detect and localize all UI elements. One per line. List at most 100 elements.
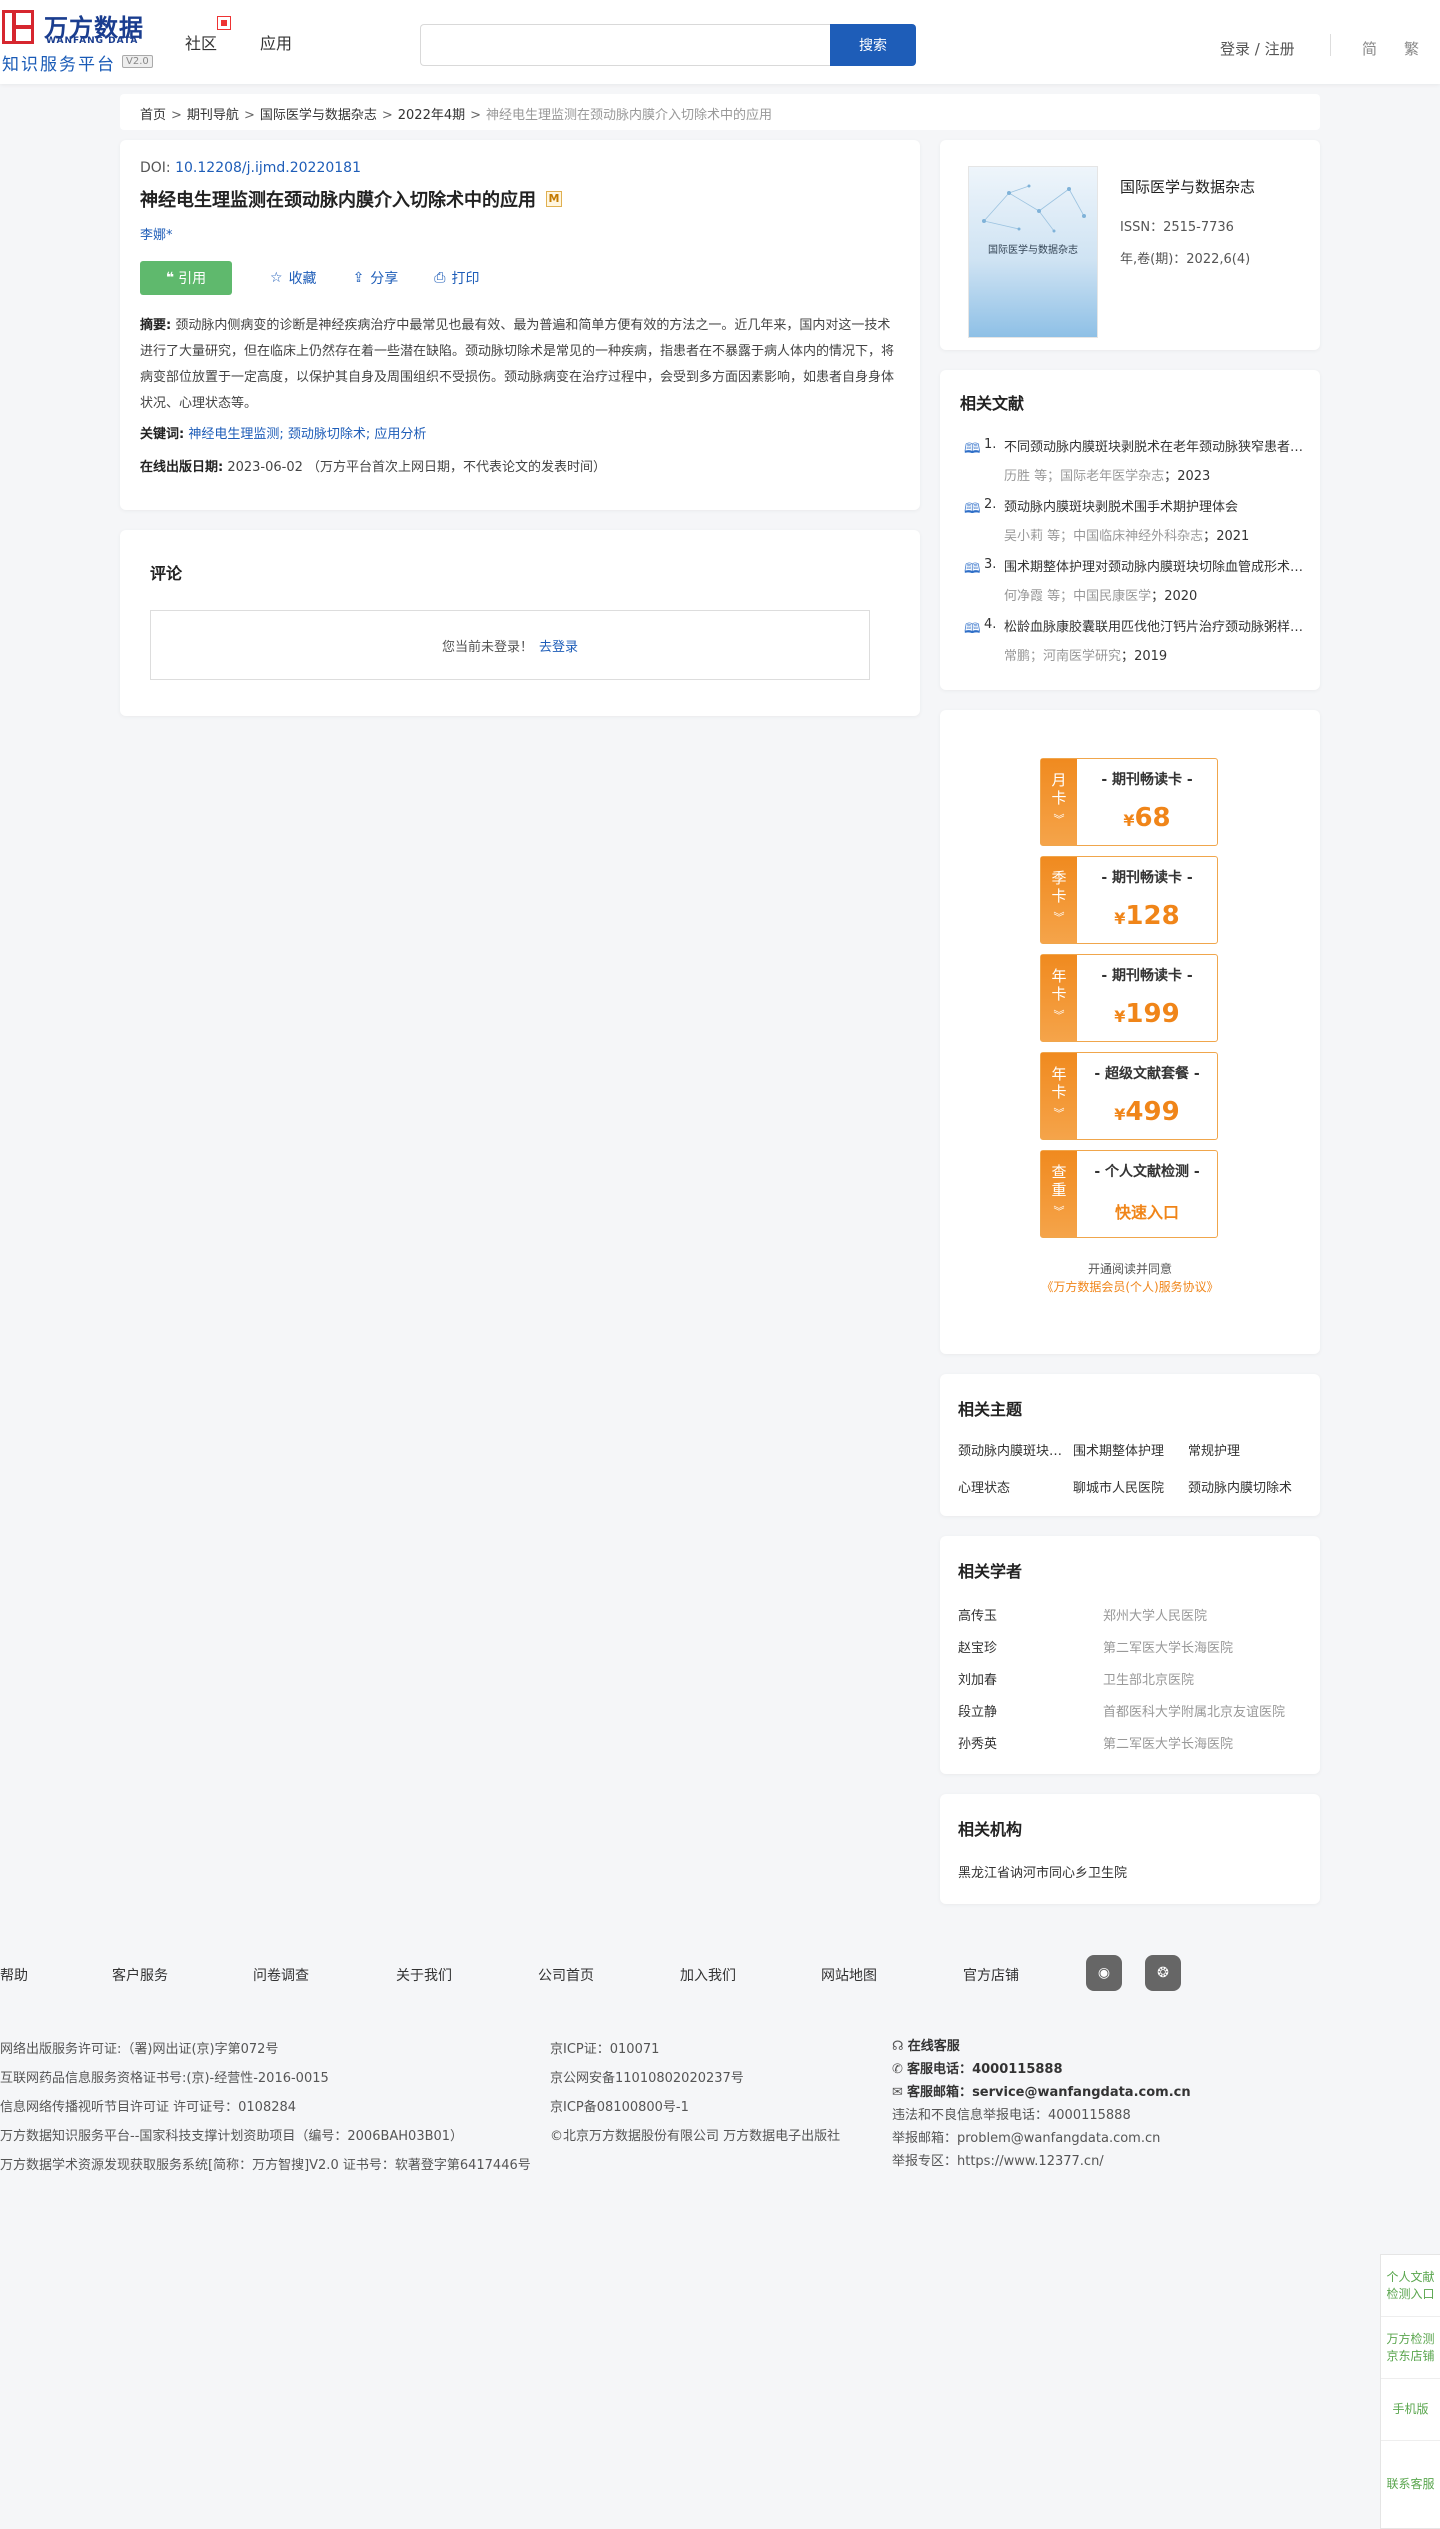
side-contact-service[interactable]: 联系客服 — [1381, 2441, 1440, 2528]
share-button[interactable]: ⇪ 分享 — [353, 268, 399, 288]
tag-char: 季 — [1051, 869, 1067, 887]
topic-link[interactable]: 常规护理 — [1188, 1440, 1303, 1459]
nav-community[interactable]: 社区 — [185, 30, 217, 54]
footer-contact: ☊ 在线客服 ✆ 客服电话：4000115888 ✉ 客服邮箱：service@… — [892, 2035, 1191, 2173]
scholar-org[interactable]: 首都医科大学附属北京友谊医院 — [1103, 1701, 1285, 1720]
journal-name-link[interactable]: 国际医学与数据杂志 — [1120, 176, 1255, 197]
icp-line[interactable]: 京ICP备08100800号-1 — [550, 2093, 840, 2122]
keyword-link[interactable]: 神经电生理监测; — [188, 427, 283, 442]
related-doc-title[interactable]: 颈动脉内膜斑块剥脱术围手术期护理体会 — [1004, 496, 1304, 515]
search-input[interactable] — [420, 24, 830, 66]
quick-entry-link[interactable]: 快速入口 — [1077, 1199, 1217, 1223]
double-chevron-down-icon: ︾ — [1053, 1107, 1065, 1120]
footer-link-service[interactable]: 客户服务 — [112, 1965, 168, 1985]
book-icon: 🕮 — [964, 621, 981, 637]
tag-char: 年 — [1051, 967, 1067, 985]
breadcrumb-home[interactable]: 首页 — [140, 108, 166, 123]
favorite-label: 收藏 — [288, 271, 317, 287]
service-agreement-link[interactable]: 《万方数据会员(个人)服务协议》 — [940, 1278, 1320, 1295]
item-number: 1. — [984, 437, 997, 452]
related-doc-title[interactable]: 围术期整体护理对颈动脉内膜斑块切除血管成形术患者的影响 — [1004, 556, 1304, 575]
print-button[interactable]: ⎙ 打印 — [434, 268, 479, 288]
yearly-card[interactable]: 年卡 ︾ - 期刊畅读卡 - ¥199 — [1040, 954, 1218, 1042]
breadcrumb-journal-nav[interactable]: 期刊导航 — [187, 108, 239, 123]
scholar-org[interactable]: 卫生部北京医院 — [1103, 1669, 1194, 1688]
cite-button[interactable]: ❝ 引用 — [140, 261, 232, 295]
keyword-link[interactable]: 应用分析 — [374, 427, 426, 442]
favorite-button[interactable]: ☆ 收藏 — [270, 268, 317, 288]
scholar-org[interactable]: 第二军医大学长海医院 — [1103, 1733, 1233, 1752]
related-topics-title: 相关主题 — [958, 1400, 1023, 1419]
footer-link-join[interactable]: 加入我们 — [680, 1965, 736, 1985]
abstract: 摘要: 颈动脉内侧病变的诊断是神经疾病治疗中最常见也最有效、最为普遍和简单方便有… — [140, 313, 900, 417]
go-login-link[interactable]: 去登录 — [539, 636, 578, 655]
related-doc-title[interactable]: 不同颈动脉内膜斑块剥脱术在老年颈动脉狭窄患者中的应用 — [1004, 436, 1304, 455]
footer-link-survey[interactable]: 问卷调查 — [253, 1965, 309, 1985]
topic-link[interactable]: 围术期整体护理 — [1073, 1440, 1188, 1459]
topic-link[interactable]: 聊城市人民医院 — [1073, 1477, 1188, 1496]
doc-year: 2021 — [1216, 529, 1250, 544]
topic-link[interactable]: 颈动脉内膜斑块剥脱术 — [958, 1440, 1073, 1459]
icp-line[interactable]: 京公网安备11010802020237号 — [550, 2064, 840, 2093]
super-package-card[interactable]: 年卡 ︾ - 超级文献套餐 - ¥499 — [1040, 1052, 1218, 1140]
report-area[interactable]: 举报专区：https://www.12377.cn/ — [892, 2150, 1191, 2173]
footer-link-home[interactable]: 公司首页 — [538, 1965, 594, 1985]
article-actions: ❝ 引用 ☆ 收藏 ⇪ 分享 ⎙ 打印 — [140, 261, 900, 295]
license-line: 互联网药品信息服务资格证书号:(京)-经营性-2016-0015 — [0, 2071, 329, 2086]
doi-link[interactable]: 10.12208/j.ijmd.20220181 — [175, 160, 361, 176]
lang-simplified[interactable]: 简 — [1362, 38, 1377, 59]
related-doc-meta: 吴小莉 等；中国临床神经外科杂志；2021 — [1004, 529, 1250, 544]
side-personal-check[interactable]: 个人文献检测入口 — [1381, 2255, 1440, 2317]
email-value[interactable]: service@wanfangdata.com.cn — [972, 2085, 1191, 2100]
side-jd-store[interactable]: 万方检测京东店铺 — [1381, 2317, 1440, 2379]
list-item[interactable]: 🕮 1. 不同颈动脉内膜斑块剥脱术在老年颈动脉狭窄患者中的应用 历胜 等；国际老… — [960, 436, 1304, 496]
breadcrumb-journal[interactable]: 国际医学与数据杂志 — [260, 108, 377, 123]
doc-authors: 常鹏 — [1004, 649, 1031, 664]
scholar-name[interactable]: 孙秀英 — [958, 1733, 1103, 1752]
wanfang-logo[interactable]: 万方数据 WANFANG DATA 知识服务平台 V2.0 — [0, 8, 153, 75]
pubdate-note: （万方平台首次上网日期，不代表论文的发表时间） — [307, 460, 607, 475]
breadcrumb-issue[interactable]: 2022年4期 — [398, 108, 465, 123]
nav-apps[interactable]: 应用 — [260, 30, 292, 54]
related-doc-title[interactable]: 松龄血脉康胶囊联用匹伐他汀钙片治疗颈动脉粥样硬化斑块 — [1004, 616, 1304, 635]
scholar-name[interactable]: 刘加春 — [958, 1669, 1103, 1688]
wechat-icon[interactable]: ❂ — [1145, 1955, 1181, 1991]
list-item[interactable]: 🕮 2. 颈动脉内膜斑块剥脱术围手术期护理体会 吴小莉 等；中国临床神经外科杂志… — [960, 496, 1300, 556]
scholar-name[interactable]: 赵宝珍 — [958, 1637, 1103, 1656]
related-institutions-card: 相关机构 黑龙江省讷河市同心乡卫生院 — [940, 1794, 1320, 1904]
doc-source: 中国民康医学 — [1073, 589, 1152, 604]
login-register-link[interactable]: 登录 / 注册 — [1220, 38, 1295, 59]
icp-line[interactable]: 京ICP证：010071 — [550, 2035, 840, 2064]
monthly-card[interactable]: 月卡 ︾ - 期刊畅读卡 - ¥68 — [1040, 758, 1218, 846]
scholar-org[interactable]: 郑州大学人民医院 — [1103, 1605, 1207, 1624]
card-tag: 年卡 ︾ — [1041, 955, 1077, 1041]
lang-traditional[interactable]: 繁 — [1404, 38, 1419, 59]
footer-link-about[interactable]: 关于我们 — [396, 1965, 452, 1985]
topic-link[interactable]: 颈动脉内膜切除术 — [1188, 1477, 1303, 1496]
side-mobile[interactable]: 手机版 — [1381, 2379, 1440, 2441]
breadcrumb-separator: > — [171, 108, 182, 123]
list-item[interactable]: 🕮 4. 松龄血脉康胶囊联用匹伐他汀钙片治疗颈动脉粥样硬化斑块 常鹏；河南医学研… — [960, 616, 1304, 676]
footer-link-store[interactable]: 官方店铺 — [963, 1965, 1019, 1985]
online-service[interactable]: ☊ 在线客服 — [892, 2035, 1191, 2058]
search-button[interactable]: 搜索 — [830, 24, 916, 66]
topic-link[interactable]: 心理状态 — [958, 1477, 1073, 1496]
tag-char: 卡 — [1051, 1083, 1067, 1101]
scholar-org[interactable]: 第二军医大学长海医院 — [1103, 1637, 1233, 1656]
weibo-icon[interactable]: ◉ — [1086, 1955, 1122, 1991]
author-link[interactable]: 李娜* — [140, 224, 900, 243]
scholar-name[interactable]: 高传玉 — [958, 1605, 1103, 1624]
plagiarism-check-card[interactable]: 查重 ︾ - 个人文献检测 - 快速入口 — [1040, 1150, 1218, 1238]
footer-licenses: 网络出版服务许可证:（署)网出证(京)字第072号 互联网药品信息服务资格证书号… — [0, 2035, 531, 2180]
keyword-link[interactable]: 颈动脉切除术; — [288, 427, 370, 442]
journal-cover[interactable]: 国际医学与数据杂志 — [968, 166, 1098, 338]
scholar-name[interactable]: 段立静 — [958, 1701, 1103, 1720]
footer-link-help[interactable]: 帮助 — [0, 1965, 28, 1985]
currency: ¥ — [1114, 1007, 1126, 1026]
list-item[interactable]: 🕮 3. 围术期整体护理对颈动脉内膜斑块切除血管成形术患者的影响 何净霞 等；中… — [960, 556, 1304, 616]
institution-link[interactable]: 黑龙江省讷河市同心乡卫生院 — [958, 1862, 1302, 1881]
quarterly-card[interactable]: 季卡 ︾ - 期刊畅读卡 - ¥128 — [1040, 856, 1218, 944]
item-number: 4. — [984, 617, 997, 632]
share-icon: ⇪ — [352, 270, 365, 286]
footer-link-sitemap[interactable]: 网站地图 — [821, 1965, 877, 1985]
